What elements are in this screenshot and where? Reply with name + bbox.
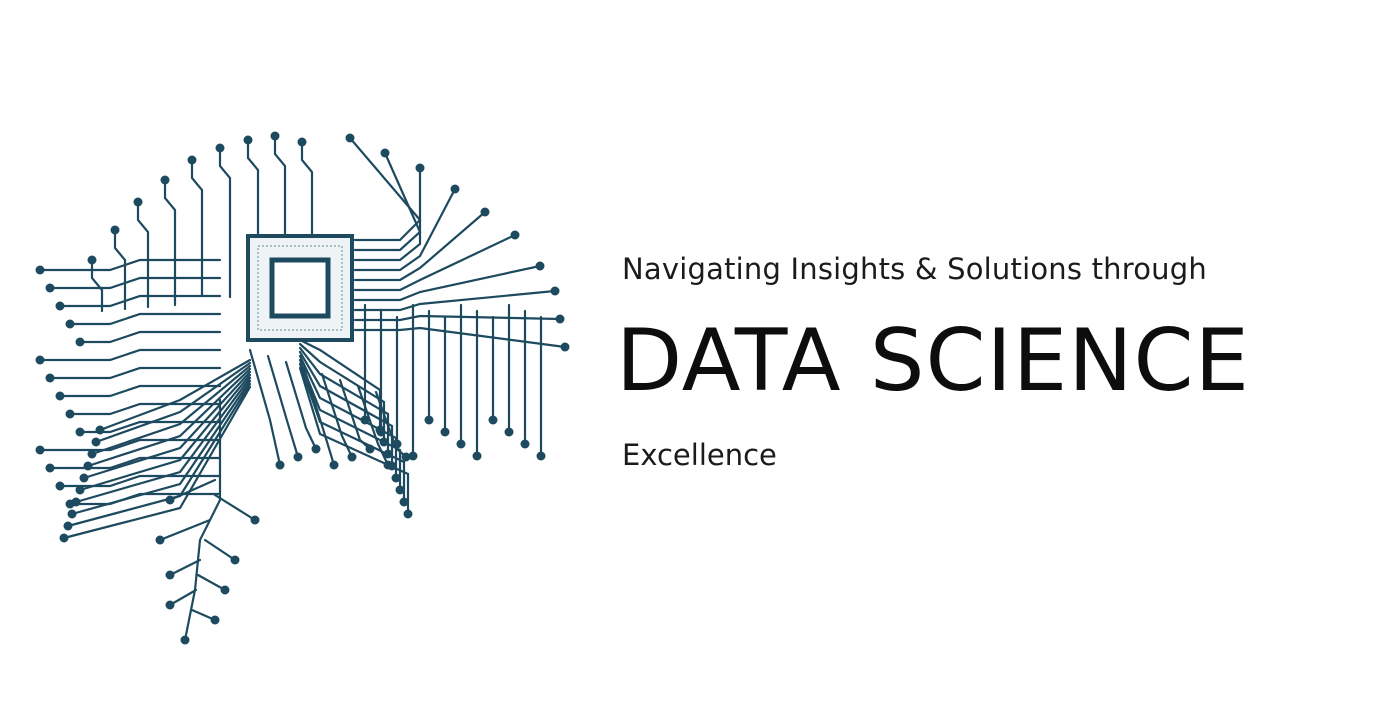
chip-icon <box>246 234 354 342</box>
headline: DATA SCIENCE <box>616 311 1250 411</box>
subline: Excellence <box>622 438 777 472</box>
banner: Navigating Insights & Solutions through … <box>0 0 1394 727</box>
tagline: Navigating Insights & Solutions through <box>622 252 1207 286</box>
circuit-brain-icon <box>20 120 580 665</box>
